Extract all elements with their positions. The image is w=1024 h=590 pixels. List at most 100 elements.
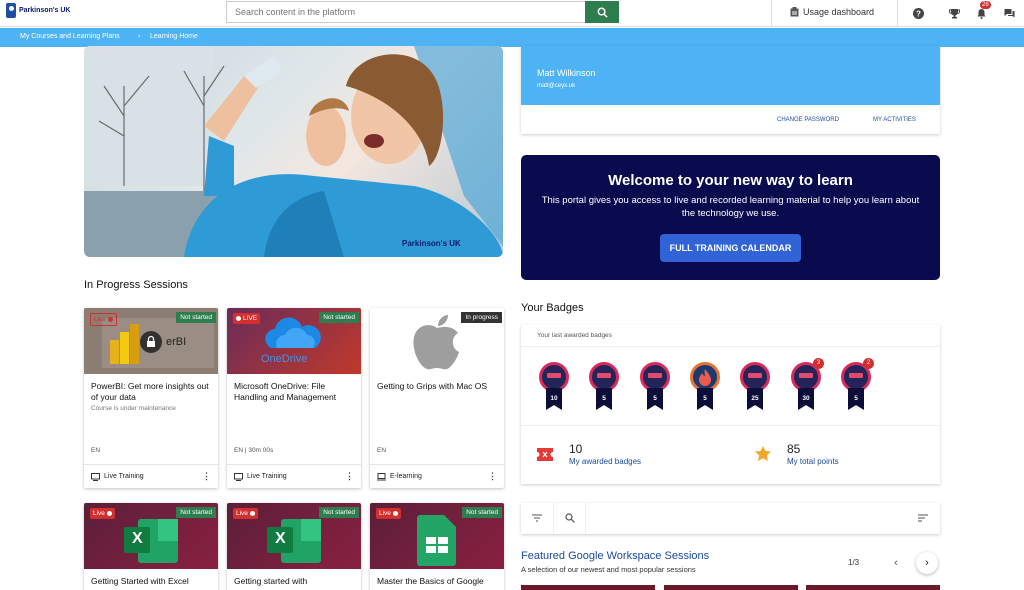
next-page-button[interactable]: ›: [916, 552, 938, 574]
awarded-badges-count: 10: [569, 442, 583, 456]
star-icon: [755, 446, 771, 461]
breadcrumb-separator-icon: ›: [138, 33, 141, 40]
course-thumbnail: erBI Live Not started: [84, 308, 218, 374]
badge-medal-icon: [539, 362, 569, 392]
badges-divider: [521, 425, 940, 426]
badge-medal-icon: [740, 362, 770, 392]
more-options-icon[interactable]: ⋮: [488, 471, 497, 482]
featured-title: Featured Google Workspace Sessions: [521, 550, 710, 562]
badge-item[interactable]: 25: [740, 362, 770, 414]
total-points-label[interactable]: My total points: [787, 457, 839, 466]
course-title[interactable]: Getting started with: [227, 569, 361, 587]
status-badge: Not started: [176, 507, 216, 518]
logo[interactable]: Parkinson's UK: [6, 3, 71, 18]
featured-page-indicator: 1/3: [848, 558, 860, 567]
featured-card-preview[interactable]: [521, 585, 655, 590]
badge-points: 5: [596, 388, 612, 410]
badge-item[interactable]: 30 3: [791, 358, 824, 414]
course-title[interactable]: Master the Basics of Google: [370, 569, 504, 587]
more-options-icon[interactable]: ⋮: [202, 471, 211, 482]
course-card[interactable]: X Live Not started Getting Started with …: [84, 503, 218, 590]
status-badge: Not started: [462, 507, 502, 518]
course-subtitle: Course is under maintenance: [91, 405, 176, 412]
badge-medal-icon: [589, 362, 619, 392]
badges-panel: Your last awarded badges 10 5 5 5 25 30 …: [521, 325, 940, 484]
featured-card-preview[interactable]: [664, 585, 798, 590]
status-badge: Not started: [319, 507, 359, 518]
profile-email: matt@ceyx.uk: [537, 83, 576, 89]
badge-points: 5: [647, 388, 663, 410]
course-language: EN | 30m 00s: [234, 447, 274, 454]
course-thumbnail: OneDrive LIVE Not started: [227, 308, 361, 374]
filter-divider: [553, 503, 554, 534]
course-thumbnail: X Live Not started: [84, 503, 218, 569]
badge-item[interactable]: 10: [539, 362, 569, 414]
svg-text:?: ?: [916, 9, 921, 18]
search-button[interactable]: [585, 1, 619, 23]
ticket-icon: [537, 448, 553, 461]
total-points-value: 85: [787, 442, 801, 456]
prev-page-button[interactable]: ‹: [885, 552, 907, 574]
course-title[interactable]: Getting Started with Excel: [84, 569, 218, 587]
course-card[interactable]: erBI Live Not started PowerBI: Get more …: [84, 308, 218, 488]
trophy-icon[interactable]: [947, 6, 961, 20]
breadcrumb-item-courses[interactable]: My Courses and Learning Plans: [20, 33, 120, 40]
course-card[interactable]: Live Not started Master the Basics of Go…: [370, 503, 504, 590]
chevron-right-icon: ›: [925, 557, 929, 569]
breadcrumb-item-learning-home[interactable]: Learning Home: [150, 33, 198, 40]
badge-item[interactable]: 5 2: [841, 358, 874, 414]
more-options-icon[interactable]: ⋮: [345, 471, 354, 482]
course-card[interactable]: In progress Getting to Grips with Mac OS…: [370, 308, 504, 488]
profile-name: Matt Wilkinson: [537, 68, 596, 78]
status-badge: Not started: [176, 312, 216, 323]
clipboard-icon: [790, 7, 799, 17]
course-title[interactable]: Getting to Grips with Mac OS: [370, 374, 504, 392]
course-card[interactable]: X Live Not started Getting started with: [227, 503, 361, 590]
thumbnail-text: X: [275, 530, 286, 547]
badge-item[interactable]: 5: [589, 362, 619, 414]
notification-count-badge: 26: [980, 1, 991, 9]
badge-points: 10: [546, 388, 562, 410]
awarded-badges-label[interactable]: My awarded badges: [569, 457, 641, 466]
logo-text: Parkinson's UK: [19, 7, 71, 14]
badge-flame-icon: [690, 362, 720, 392]
live-tag: Live: [90, 313, 117, 326]
live-tag: Live: [376, 508, 401, 519]
course-card[interactable]: OneDrive LIVE Not started Microsoft OneD…: [227, 308, 361, 488]
profile-card: Matt Wilkinson matt@ceyx.uk CHANGE PASSW…: [521, 46, 940, 134]
badge-points: 25: [747, 388, 763, 410]
filter-icon[interactable]: [532, 514, 542, 522]
course-title[interactable]: Microsoft OneDrive: File Handling and Ma…: [227, 374, 361, 403]
search-input[interactable]: [226, 1, 585, 23]
badges-title: Your Badges: [521, 302, 584, 314]
hero-watermark: Parkinson's UK: [402, 239, 461, 248]
course-footer: E-learning ⋮: [370, 464, 504, 488]
help-icon[interactable]: ?: [911, 6, 925, 20]
usage-dashboard-button[interactable]: Usage dashboard: [790, 7, 874, 17]
hero-photo-illustration: [84, 46, 503, 257]
course-title[interactable]: PowerBI: Get more insights out of your d…: [84, 374, 218, 403]
change-password-link[interactable]: CHANGE PASSWORD: [777, 117, 839, 123]
profile-header: Matt Wilkinson matt@ceyx.uk: [521, 46, 940, 105]
parkinsons-logo-icon: [6, 3, 16, 18]
badge-medal-icon: [640, 362, 670, 392]
featured-card-preview[interactable]: [806, 585, 940, 590]
monitor-icon: [234, 472, 243, 481]
filter-divider: [585, 503, 586, 534]
course-thumbnail: Live Not started: [370, 503, 504, 569]
search-icon[interactable]: [565, 513, 575, 523]
badge-points: 5: [697, 388, 713, 410]
welcome-text: This portal gives you access to live and…: [541, 195, 920, 219]
badge-item[interactable]: 5: [690, 362, 720, 414]
chevron-left-icon: ‹: [894, 557, 898, 569]
sort-icon[interactable]: [918, 514, 928, 522]
course-thumbnail: X Live Not started: [227, 503, 361, 569]
badge-item[interactable]: 5: [640, 362, 670, 414]
chat-icon[interactable]: [1002, 6, 1016, 20]
status-badge: In progress: [461, 312, 502, 323]
full-training-calendar-button[interactable]: FULL TRAINING CALENDAR: [659, 234, 802, 262]
live-tag: Live: [90, 508, 115, 519]
status-badge: Not started: [319, 312, 359, 323]
monitor-icon: [91, 472, 100, 481]
my-activities-link[interactable]: MY ACTIVITIES: [873, 117, 916, 123]
